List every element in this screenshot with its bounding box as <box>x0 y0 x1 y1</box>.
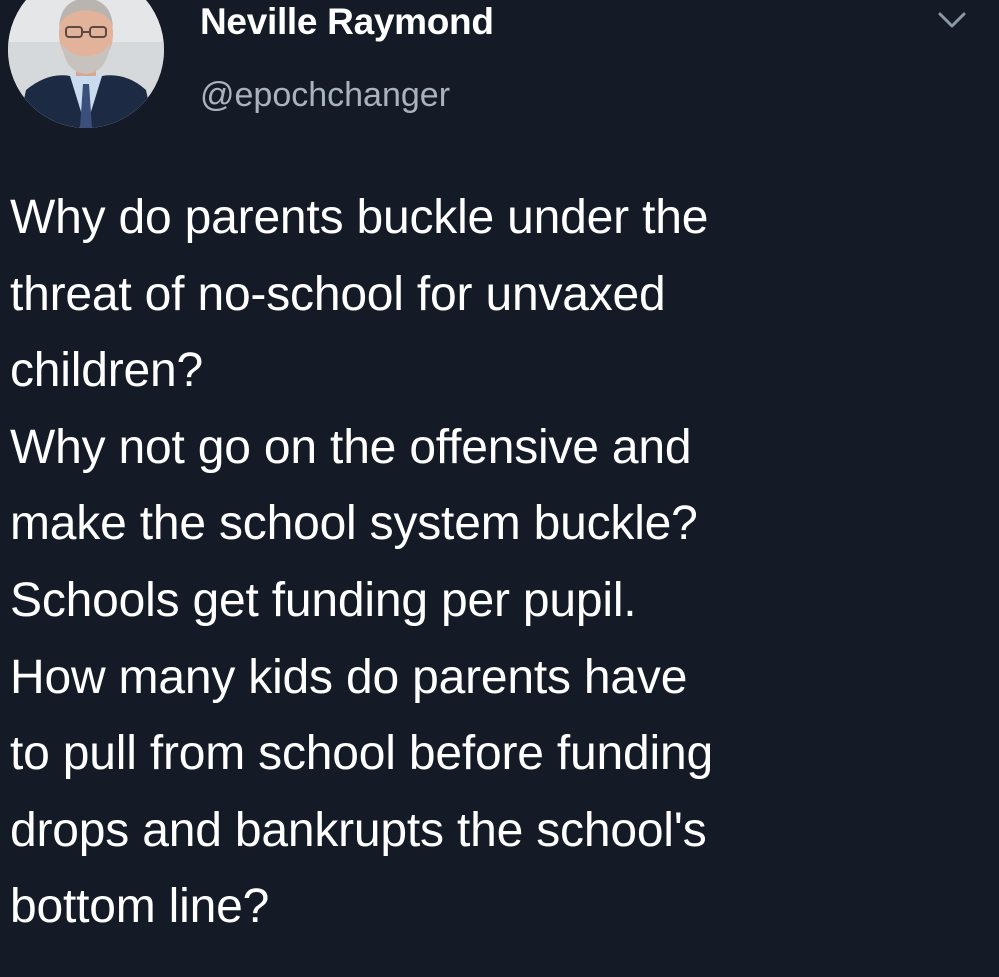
profile-photo-icon <box>8 0 164 128</box>
tweet-body-line: bottom line? <box>10 880 270 934</box>
tweet-body-line: threat of no-school for unvaxed <box>10 267 666 321</box>
tweet-body: Why do parents buckle under the threat o… <box>10 180 990 946</box>
tweet-body-line: Why do parents buckle under the <box>10 191 709 244</box>
tweet-card: Neville Raymond @epochchanger Why do par… <box>0 0 999 977</box>
tweet-body-line: Why not go on the offensive and <box>10 420 692 474</box>
chevron-down-icon[interactable] <box>932 6 972 34</box>
author-handle[interactable]: @epochchanger <box>200 75 450 115</box>
author-display-name[interactable]: Neville Raymond <box>200 0 494 44</box>
tweet-body-line: children? <box>10 344 203 398</box>
tweet-body-line: How many kids do parents have <box>10 650 688 704</box>
tweet-body-line: make the school system buckle? <box>10 497 698 551</box>
tweet-body-line: Schools get funding per pupil. <box>10 573 637 627</box>
tweet-body-line: to pull from school before funding <box>10 727 713 781</box>
tweet-body-line: drops and bankrupts the school's <box>10 803 707 857</box>
avatar[interactable] <box>8 0 164 128</box>
